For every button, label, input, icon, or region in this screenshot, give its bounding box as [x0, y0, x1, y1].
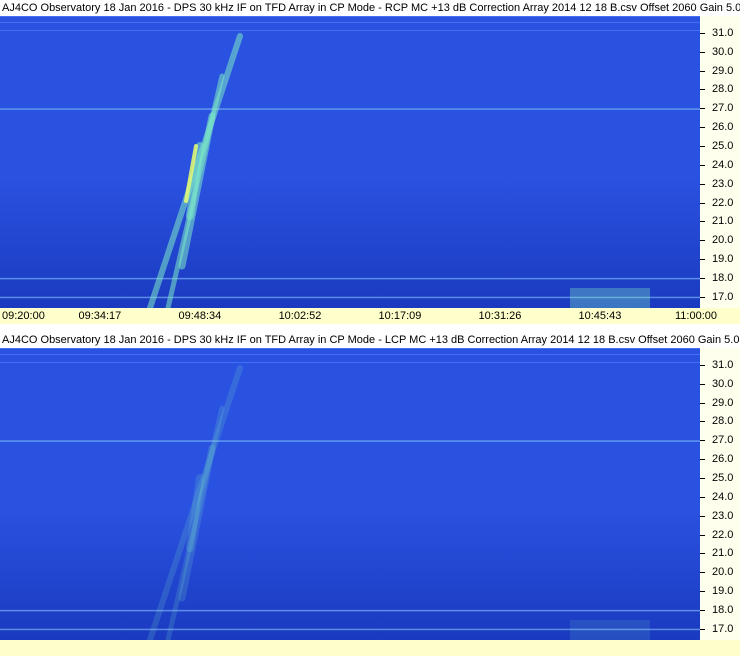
freq-tick-label: 25.0 [712, 139, 734, 152]
freq-tick-label: 17.0 [712, 290, 734, 303]
freq-tick [700, 259, 705, 261]
panel-gap [0, 324, 740, 332]
freq-tick-label: 29.0 [712, 396, 734, 409]
radio-emission [570, 288, 650, 308]
rcp-frequency-axis: 31.0 30.0 29.0 28.0 27.0 26.0 25.0 24.0 23.0 22.0… [700, 16, 740, 308]
freq-tick [700, 364, 705, 366]
time-tick-label: 10:31:26 [478, 310, 522, 322]
freq-tick [700, 145, 705, 147]
freq-tick [700, 421, 705, 423]
freq-tick [700, 496, 705, 498]
rcp-spectrogram [0, 16, 700, 308]
freq-tick [700, 609, 705, 611]
freq-tick-label: 20.0 [712, 234, 734, 247]
freq-tick-label: 18.0 [712, 603, 734, 616]
freq-tick [700, 221, 705, 223]
rcp-time-axis: 09:20:00 09:34:17 09:48:34 10:02:52 10:17:09… [0, 308, 740, 324]
freq-tick-label: 22.0 [712, 196, 734, 209]
freq-tick-label: 29.0 [712, 64, 734, 77]
time-tick-label: 09:20:00 [2, 310, 45, 322]
freq-tick-label: 21.0 [712, 215, 734, 228]
freq-tick [700, 477, 705, 479]
freq-tick [700, 383, 705, 385]
rcp-title: AJ4CO Observatory 18 Jan 2016 - DPS 30 k… [0, 0, 740, 16]
freq-tick [700, 164, 705, 166]
lcp-title: AJ4CO Observatory 18 Jan 2016 - DPS 30 k… [0, 332, 740, 348]
freq-tick [700, 628, 705, 630]
lcp-spectrogram [0, 348, 700, 640]
freq-tick-label: 25.0 [712, 471, 734, 484]
freq-tick [700, 127, 705, 129]
freq-tick-label: 23.0 [712, 509, 734, 522]
spectrogram-background [0, 348, 700, 640]
interference-line [0, 277, 700, 280]
freq-tick-label: 23.0 [712, 177, 734, 190]
freq-tick [700, 515, 705, 517]
freq-tick-label: 30.0 [712, 45, 734, 58]
freq-tick [700, 277, 705, 279]
freq-tick-label: 27.0 [712, 102, 734, 115]
time-tick-label: 09:48:34 [178, 310, 222, 322]
time-tick-label: 11:00:00 [675, 310, 718, 322]
freq-tick-label: 17.0 [712, 622, 734, 635]
freq-tick [700, 70, 705, 72]
freq-tick-label: 20.0 [712, 566, 734, 579]
freq-tick-label: 19.0 [712, 253, 734, 266]
freq-tick-label: 24.0 [712, 490, 734, 503]
freq-tick [700, 240, 705, 242]
lcp-time-axis [0, 640, 740, 656]
freq-tick [700, 202, 705, 204]
time-tick-label: 10:17:09 [378, 310, 422, 322]
interference-line [0, 609, 700, 612]
interference-line [0, 22, 700, 23]
time-tick-label: 10:02:52 [278, 310, 322, 322]
freq-tick [700, 108, 705, 110]
interference-line [0, 362, 700, 363]
interference-line [0, 16, 700, 17]
interference-line [0, 354, 700, 355]
radio-emission [570, 620, 650, 640]
freq-tick-label: 27.0 [712, 434, 734, 447]
freq-tick-label: 19.0 [712, 585, 734, 598]
freq-tick-label: 24.0 [712, 158, 734, 171]
freq-tick [700, 572, 705, 574]
time-tick-label: 10:45:43 [578, 310, 622, 322]
freq-tick-label: 31.0 [712, 26, 734, 39]
freq-tick-label: 28.0 [712, 415, 734, 428]
freq-tick [700, 534, 705, 536]
freq-tick-label: 30.0 [712, 377, 734, 390]
freq-tick-label: 18.0 [712, 271, 734, 284]
freq-tick [700, 402, 705, 404]
lcp-frequency-axis: 31.0 30.0 29.0 28.0 27.0 26.0 25.0 24.0 23.0 22.0… [700, 348, 740, 640]
time-tick-label: 09:34:17 [78, 310, 122, 322]
freq-tick [700, 183, 705, 185]
freq-tick-label: 28.0 [712, 83, 734, 96]
freq-tick-label: 21.0 [712, 547, 734, 560]
freq-tick-label: 22.0 [712, 528, 734, 541]
freq-tick [700, 440, 705, 442]
freq-tick [700, 459, 705, 461]
freq-tick [700, 296, 705, 298]
freq-tick-label: 26.0 [712, 453, 734, 466]
spectrogram-background [0, 16, 700, 308]
freq-tick [700, 591, 705, 593]
freq-tick-label: 26.0 [712, 121, 734, 134]
freq-tick [700, 32, 705, 34]
interference-line [0, 108, 700, 110]
freq-tick [700, 89, 705, 91]
freq-tick [700, 51, 705, 53]
freq-tick [700, 553, 705, 555]
freq-tick-label: 31.0 [712, 358, 734, 371]
interference-line [0, 30, 700, 31]
interference-line [0, 440, 700, 442]
interference-line [0, 348, 700, 349]
